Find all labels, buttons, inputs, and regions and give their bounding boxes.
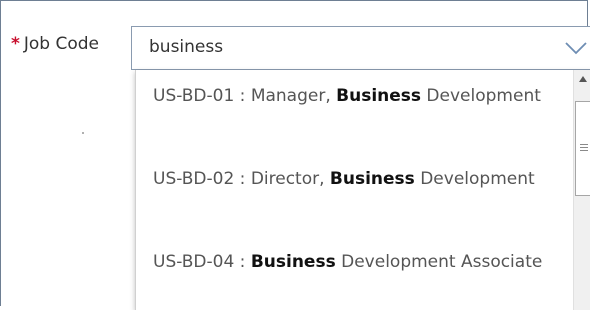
dropdown-scrollbar[interactable] [573,70,590,310]
job-code-label: * Job Code [11,34,99,54]
option-prefix: US-BD-01 : Manager, [153,86,337,106]
option-match: Business [329,169,415,189]
scroll-grip-line [580,150,588,151]
option-suffix: Development [421,86,541,106]
option-match: Business [250,252,336,272]
option-prefix: US-BD-02 : Director, [153,169,330,189]
decorative-dot [82,132,84,134]
scroll-grip-line [580,147,588,148]
option-prefix: US-BD-04 : [153,252,251,272]
job-code-combobox[interactable]: business [131,26,590,70]
chevron-down-icon[interactable] [564,40,588,56]
option-suffix: Development [414,169,535,189]
scroll-thumb[interactable] [575,101,590,196]
job-code-input[interactable]: business [149,37,223,57]
option-suffix: Development Associate [335,252,543,272]
scroll-grip-line [580,144,588,145]
dropdown-option-us-bd-01[interactable]: US-BD-01 : Manager, Business Development [153,81,573,111]
dropdown-option-us-bd-04[interactable]: US-BD-04 : Business Development Associat… [153,247,573,277]
option-match: Business [336,86,422,106]
dropdown-option-us-bd-02[interactable]: US-BD-02 : Director, Business Developmen… [153,164,573,194]
job-code-dropdown-list: US-BD-01 : Manager, Business Development… [135,70,590,310]
required-marker: * [11,34,20,54]
job-code-label-text: Job Code [23,34,100,54]
scroll-up-arrow-icon[interactable] [579,76,587,82]
form-panel: * Job Code business US-BD-01 : Manager, B… [0,0,590,310]
